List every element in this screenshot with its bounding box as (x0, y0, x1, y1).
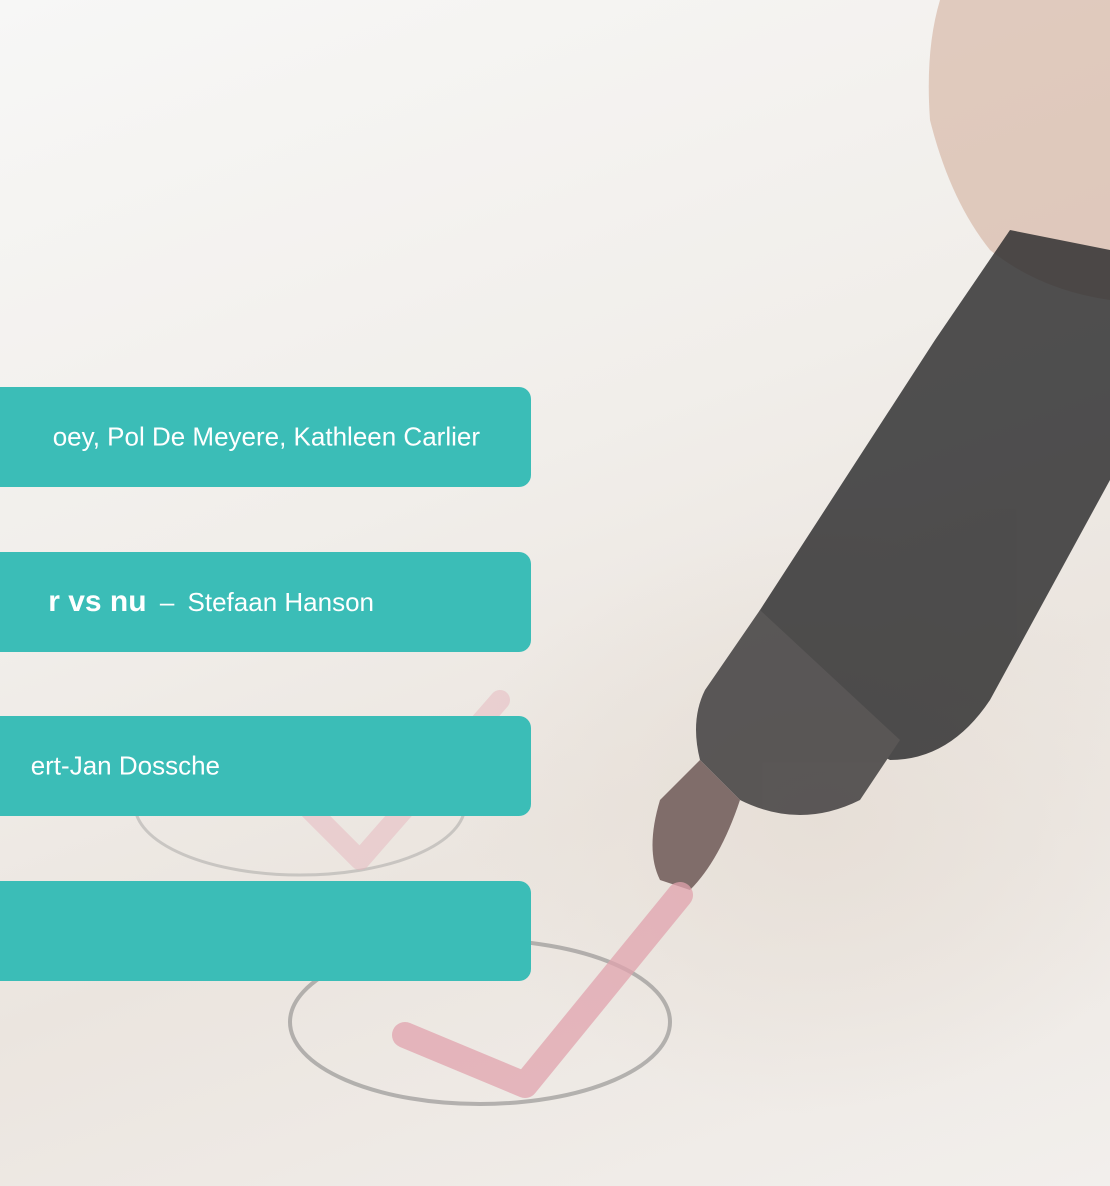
session-speakers: ert-Jan Dossche (30, 750, 220, 781)
session-speakers: Stefaan Hanson (187, 587, 374, 617)
session-separator: – (159, 587, 175, 617)
session-bar[interactable]: ert-Jan Dossche (0, 716, 531, 816)
session-speakers: oey, Pol De Meyere, Kathleen Carlier (52, 421, 480, 452)
session-bar[interactable]: oey, Pol De Meyere, Kathleen Carlier (0, 387, 531, 487)
session-text: oey, Pol De Meyere, Kathleen Carlier (53, 422, 480, 453)
session-bar[interactable]: r vs nu – Stefaan Hanson (0, 552, 531, 652)
session-text: r vs nu – Stefaan Hanson (48, 585, 374, 619)
session-title: r vs nu (48, 585, 147, 618)
session-bar[interactable] (0, 881, 531, 981)
session-text: ert-Jan Dossche (31, 751, 220, 782)
